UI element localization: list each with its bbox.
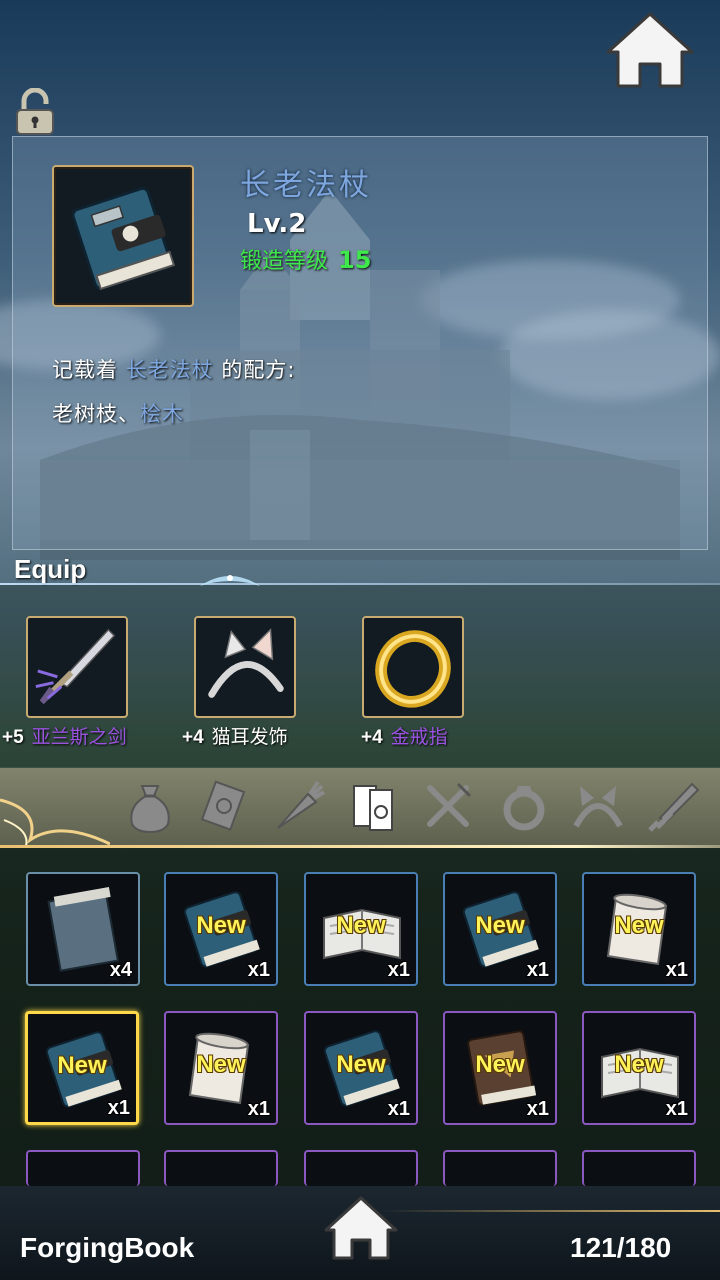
item-count: x1	[526, 959, 549, 981]
enhance-level: +5	[2, 727, 24, 748]
book-icon	[71, 186, 176, 291]
inventory-capacity: 121/180	[570, 1232, 672, 1263]
inventory-slot[interactable]: New x1	[164, 872, 278, 986]
new-badge: New	[336, 1051, 386, 1078]
item-count: x1	[107, 1097, 130, 1119]
equip-slot-weapon[interactable]	[26, 616, 128, 718]
inventory-slot-selected[interactable]: New x1	[25, 1011, 139, 1125]
inventory-slot[interactable]	[304, 1150, 418, 1186]
ornament-icon	[200, 575, 260, 586]
headband-icon[interactable]	[568, 776, 628, 836]
equip-caption-headgear: +4 猫耳发饰	[182, 722, 288, 749]
item-count: x1	[665, 1098, 688, 1120]
equip-name: 亚兰斯之剑	[31, 726, 127, 748]
inventory-slot[interactable]: New x1	[304, 1011, 418, 1125]
inventory-slot[interactable]	[443, 1150, 557, 1186]
inventory-slot[interactable]	[26, 1150, 140, 1186]
forge-level-label: 锻造等级	[240, 249, 329, 274]
equip-label: Equip	[14, 554, 87, 584]
bag-icon[interactable]	[120, 776, 180, 836]
equip-name: 金戒指	[390, 726, 448, 748]
item-count: x1	[665, 959, 688, 981]
fork-knife-icon[interactable]	[418, 776, 478, 836]
new-badge: New	[475, 912, 525, 939]
equip-slot-headgear[interactable]	[194, 616, 296, 718]
equip-slot-accessory[interactable]	[362, 616, 464, 718]
recipe-item-name: 长老法杖	[125, 358, 214, 382]
new-badge: New	[57, 1052, 107, 1079]
sword-icon[interactable]	[644, 776, 704, 836]
equip-caption-accessory: +4 金戒指	[361, 722, 448, 749]
inventory-slot[interactable]: New x1	[164, 1011, 278, 1125]
ingredient-1: 老树枝、	[52, 402, 140, 426]
item-count: x1	[247, 1098, 270, 1120]
recipe-prefix: 记载着	[52, 358, 118, 382]
equip-name: 猫耳发饰	[211, 726, 288, 748]
inventory-slot[interactable]	[164, 1150, 278, 1186]
enhance-level: +4	[361, 727, 383, 748]
inventory-slot[interactable]: New x1	[304, 872, 418, 986]
ring-icon[interactable]	[494, 776, 554, 836]
inventory-slot[interactable]: New x1	[443, 1011, 557, 1125]
item-count: x1	[247, 959, 270, 981]
new-badge: New	[614, 912, 664, 939]
ingredient-2: 桧木	[140, 402, 184, 426]
new-badge: New	[475, 1051, 525, 1078]
inventory-slot[interactable]	[582, 1150, 696, 1186]
forge-level-value: 15	[338, 246, 372, 274]
item-count: x1	[526, 1098, 549, 1120]
item-count: x1	[387, 1098, 410, 1120]
forge-level: 锻造等级 15	[240, 243, 371, 275]
enhance-level: +4	[182, 727, 204, 748]
item-name: 长老法杖	[240, 168, 372, 203]
carrot-icon[interactable]	[268, 776, 328, 836]
unlock-icon[interactable]	[14, 88, 56, 136]
new-badge: New	[614, 1051, 664, 1078]
inventory-slot[interactable]: New x1	[582, 1011, 696, 1125]
swirl-ornament-icon	[0, 798, 110, 847]
new-badge: New	[336, 912, 386, 939]
equip-divider	[0, 583, 720, 585]
new-badge: New	[196, 912, 246, 939]
item-count: x1	[387, 959, 410, 981]
sword-icon	[35, 628, 116, 705]
new-badge: New	[196, 1051, 246, 1078]
inventory-slot[interactable]: New x1	[582, 872, 696, 986]
inventory-slot[interactable]: x4	[26, 872, 140, 986]
inventory-slot[interactable]: New x1	[443, 872, 557, 986]
page-title: ForgingBook	[20, 1232, 195, 1263]
home-button-bottom[interactable]	[322, 1194, 400, 1262]
footer-divider	[380, 1210, 720, 1212]
recipe-suffix: 的配方:	[221, 358, 296, 382]
card-icon[interactable]	[194, 776, 254, 836]
recipe-description: 记载着 长老法杖 的配方:	[52, 354, 295, 384]
books-icon[interactable]	[344, 776, 404, 836]
item-level: Lv.2	[247, 209, 307, 239]
recipe-ingredients: 老树枝、桧木	[52, 398, 184, 428]
item-count: x4	[109, 959, 132, 981]
cat-ear-headband-icon	[208, 628, 284, 698]
equip-caption-weapon: +5 亚兰斯之剑	[2, 722, 127, 749]
home-button[interactable]	[604, 10, 696, 90]
gold-ring-icon	[375, 630, 451, 708]
item-icon-frame	[52, 165, 194, 307]
